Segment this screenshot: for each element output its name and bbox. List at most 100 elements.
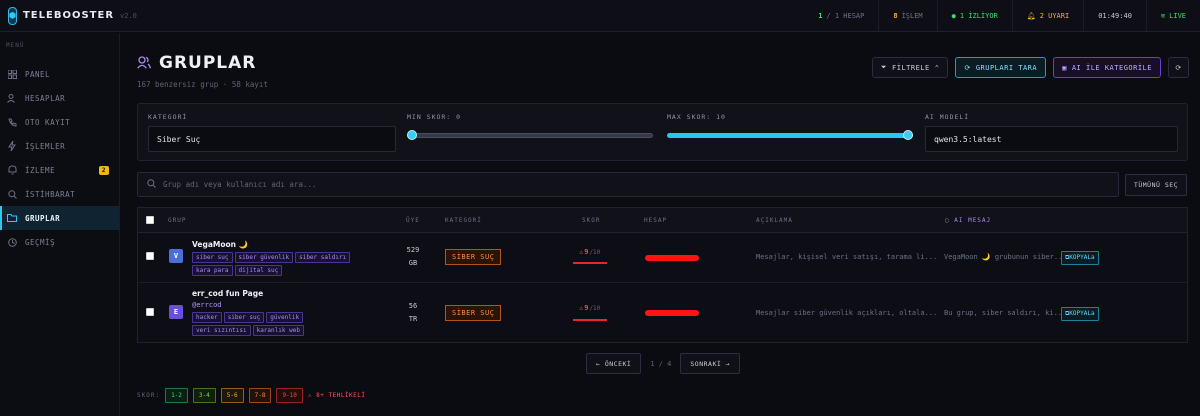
scan-groups-button[interactable]: ⟳ GRUPLARI TARA	[955, 57, 1047, 78]
sidebar-item-istihbarat[interactable]: İSTİHBARAT	[0, 182, 119, 206]
row-checkbox[interactable]	[146, 252, 154, 260]
reload-icon: ⟳	[1175, 63, 1182, 72]
search-icon	[7, 189, 17, 199]
menu-label: MENÜ	[6, 42, 25, 49]
avatar: V	[169, 249, 183, 263]
legend-chip: 1-2	[165, 388, 188, 403]
score-bar	[573, 319, 607, 321]
category-filter: KATEGORİ Siber Suç	[148, 113, 396, 152]
alert-icon: ⚠	[307, 392, 313, 399]
category-badge: SİBER SUÇ	[445, 305, 502, 321]
brand: ⬢ TELEBOOSTER v2.0	[0, 6, 137, 25]
dot-icon: ●	[951, 11, 956, 20]
tag: siber suç	[192, 252, 233, 263]
next-page-button[interactable]: SONRAKİ →	[680, 353, 741, 374]
main-content: GRUPLAR 167 benzersiz grup · 58 kayıt ⏷ …	[121, 33, 1200, 416]
groups-table: GRUP ÜYE KATEGORİ SKOR HESAP AÇIKLAMA ▢ …	[137, 207, 1188, 343]
phone-icon	[7, 117, 17, 127]
top-bar: ⬢ TELEBOOSTER v2.0 1 / 1 HESAP 8 İŞLEM ●…	[0, 0, 1200, 32]
clock: 01:49:40	[1083, 0, 1146, 32]
description: Mesajlar, kişisel veri satışı, tarama li…	[756, 253, 938, 261]
tag: karanlık web	[252, 325, 304, 336]
tag: hacker	[192, 312, 222, 323]
history-icon	[7, 237, 17, 247]
category-badge: SİBER SUÇ	[445, 249, 502, 265]
group-name[interactable]: err_cod fun Page	[192, 289, 263, 298]
score-bar	[573, 262, 607, 264]
max-score-filter: MAX SKOR: 10	[667, 113, 913, 140]
tag: siber saldırı	[295, 252, 351, 263]
category-select[interactable]: Siber Suç	[148, 126, 396, 152]
live-indicator: ≋ LIVE	[1145, 0, 1200, 32]
score-display: ⚠ 9 /10	[579, 304, 601, 312]
copy-button[interactable]: ⧉KOPYALa	[1061, 307, 1099, 321]
legend-chip: 9-10	[276, 388, 303, 403]
chat-icon: ▢	[945, 217, 950, 224]
description: Mesajlar siber güvenlik açıkları, oltala…	[756, 309, 938, 317]
max-score-handle[interactable]	[903, 130, 913, 140]
stat-uyari[interactable]: 🔔︎ 2 UYARI	[1011, 0, 1083, 32]
ai-model-select[interactable]: qwen3.5:latest	[925, 126, 1178, 152]
notification-badge: 2	[98, 165, 109, 175]
page-subtitle: 167 benzersiz grup · 58 kayıt	[137, 80, 268, 89]
sidebar-item-oto-kayit[interactable]: OTO KAYIT	[0, 110, 119, 134]
member-count: 56 TR	[408, 302, 418, 323]
table-row[interactable]: E err_cod fun Page @errcod hacker siber …	[138, 283, 1187, 342]
ai-categorize-button[interactable]: ▣ AI İLE KATEGORİLE	[1053, 57, 1161, 78]
wifi-icon: ≋	[1160, 11, 1166, 20]
score-legend: SKOR: 1-2 3-4 5-6 7-8 9-10 ⚠ 8+ TEHLİKEL…	[137, 388, 366, 403]
table-row[interactable]: V VegaMoon 🌙 siber suç siber güvenlik si…	[138, 233, 1187, 283]
min-score-handle[interactable]	[407, 130, 417, 140]
min-score-filter: MIN SKOR: 0	[407, 113, 653, 140]
prev-page-button[interactable]: ← ÖNCEKİ	[586, 353, 642, 374]
select-all-checkbox[interactable]	[146, 216, 154, 224]
min-score-slider[interactable]	[407, 130, 653, 140]
reload-button[interactable]: ⟳	[1168, 57, 1189, 78]
select-all-button[interactable]: TÜMÜNÜ SEÇ	[1125, 174, 1187, 196]
search-input[interactable]	[163, 180, 1063, 189]
redacted-account	[645, 310, 699, 316]
grid-icon	[7, 69, 17, 79]
tag: güvenlik	[266, 312, 304, 323]
users-icon	[137, 55, 151, 71]
tag: dijital suç	[234, 265, 283, 276]
stat-izliyor: ● 1 İZLİYOR	[936, 0, 1012, 32]
chevron-up-icon: ⌃	[934, 63, 940, 72]
sidebar-item-hesaplar[interactable]: HESAPLAR	[0, 86, 119, 110]
table-header: GRUP ÜYE KATEGORİ SKOR HESAP AÇIKLAMA ▢ …	[138, 208, 1187, 233]
sidebar-item-izleme[interactable]: İZLEME 2	[0, 158, 119, 182]
filter-button[interactable]: ⏷ FİLTRELE ⌃	[871, 57, 949, 78]
ai-chip-icon: ▣	[1062, 63, 1067, 72]
page-info: 1 / 4	[650, 359, 672, 368]
avatar: E	[169, 305, 183, 319]
tag-list: hacker siber suç güvenlik veri sızıntısı…	[192, 312, 362, 336]
sidebar-item-panel[interactable]: PANEL	[0, 62, 119, 86]
tag: siber güvenlik	[234, 252, 294, 263]
bell-icon: 🔔︎	[1026, 11, 1036, 20]
sidebar-item-gruplar[interactable]: GRUPLAR	[0, 206, 119, 230]
group-name[interactable]: VegaMoon 🌙	[192, 240, 248, 249]
status-bar: 1 / 1 HESAP 8 İŞLEM ● 1 İZLİYOR 🔔︎ 2 UYA…	[804, 0, 1200, 32]
page-header: GRUPLAR	[137, 53, 256, 73]
row-checkbox[interactable]	[146, 308, 154, 316]
page-title: GRUPLAR	[159, 53, 257, 73]
tag-list: siber suç siber güvenlik siber saldırı k…	[192, 252, 362, 276]
ai-message: VegaMoon 🌙 grubunun siber...	[944, 253, 1067, 261]
group-handle[interactable]: @errcod	[192, 301, 222, 309]
alert-icon: ⚠	[579, 248, 584, 256]
max-score-slider[interactable]	[667, 130, 913, 140]
page-actions: ⏷ FİLTRELE ⌃ ⟳ GRUPLARI TARA ▣ AI İLE KA…	[871, 57, 1189, 78]
redacted-account	[645, 255, 699, 261]
ai-message-header: ▢ AI MESAJ	[945, 217, 992, 224]
app-version: v2.0	[120, 11, 137, 20]
folder-icon	[7, 213, 17, 223]
logo-icon: ⬢	[8, 6, 17, 25]
copy-button[interactable]: ⧉KOPYALa	[1061, 251, 1099, 265]
alert-icon: ⚠	[579, 304, 584, 312]
score-display: ⚠ 9 /10	[579, 248, 601, 256]
legend-chip: 5-6	[220, 388, 244, 403]
sidebar-item-islemler[interactable]: İŞLEMLER	[0, 134, 119, 158]
sidebar-item-gecmis[interactable]: GEÇMİŞ	[0, 230, 119, 254]
filter-icon: ⏷	[880, 63, 888, 71]
users-icon	[7, 93, 17, 103]
